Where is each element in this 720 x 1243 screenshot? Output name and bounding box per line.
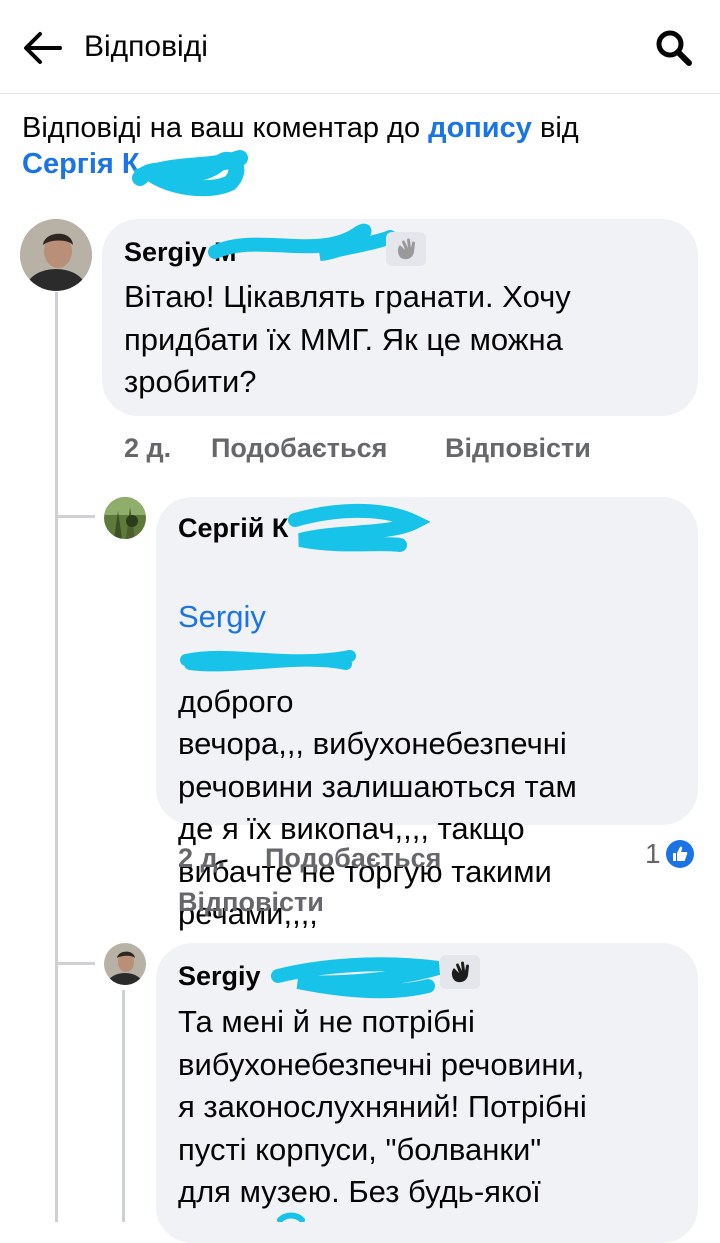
comment-text: Та мені й не потрібні вибухонебезпечні р…	[178, 1004, 587, 1209]
comment-time: 2 д.	[124, 433, 172, 463]
comment-text: Sergiy доброго вечора,,, вибухонебезпечн…	[178, 553, 693, 936]
mention-redaction	[178, 646, 358, 676]
page-title: Відповіді	[84, 30, 208, 63]
like-button[interactable]: Подобається	[211, 432, 387, 464]
reply-button[interactable]: Відповісти	[178, 886, 324, 918]
context-middle: від	[531, 112, 579, 144]
search-button[interactable]	[646, 20, 702, 76]
comment-author[interactable]: Сергій К	[178, 512, 288, 544]
wave-hand-icon	[397, 238, 415, 260]
app-header: Відповіді	[0, 0, 720, 94]
wave-hand-icon	[451, 961, 469, 983]
avatar[interactable]	[104, 497, 146, 539]
reaction-summary[interactable]: 1	[645, 838, 695, 870]
thread-line-sub	[122, 990, 125, 1222]
avatar[interactable]	[104, 943, 146, 985]
thread-line-vertical	[55, 292, 58, 1222]
thread-line-branch-2	[55, 962, 95, 965]
comment-author[interactable]: Sergiy M	[124, 236, 237, 268]
reply-button[interactable]: Відповісти	[445, 432, 591, 464]
reply-context: Відповіді на ваш коментар до допису від …	[22, 110, 702, 182]
search-icon	[656, 30, 692, 66]
mention-link[interactable]: Sergiy	[178, 599, 266, 634]
like-button[interactable]: Подобається	[265, 842, 441, 874]
comment-text: Вітаю! Цікавлять гранати. Хочу придбати …	[124, 279, 571, 399]
post-author-link[interactable]: Сергія К	[22, 148, 140, 180]
reaction-count: 1	[645, 838, 661, 869]
post-link[interactable]: допису	[428, 112, 532, 144]
comment-author[interactable]: Sergiy	[178, 960, 261, 992]
avatar[interactable]	[20, 219, 92, 291]
back-arrow-icon	[24, 32, 62, 64]
like-icon	[665, 840, 694, 868]
comment-time: 2 д.	[178, 843, 226, 873]
context-prefix: Відповіді на ваш коментар до	[22, 112, 429, 144]
profile-badge	[386, 232, 426, 266]
thread-line-branch-1	[55, 515, 95, 518]
back-button[interactable]	[14, 20, 70, 76]
profile-badge	[440, 955, 480, 989]
